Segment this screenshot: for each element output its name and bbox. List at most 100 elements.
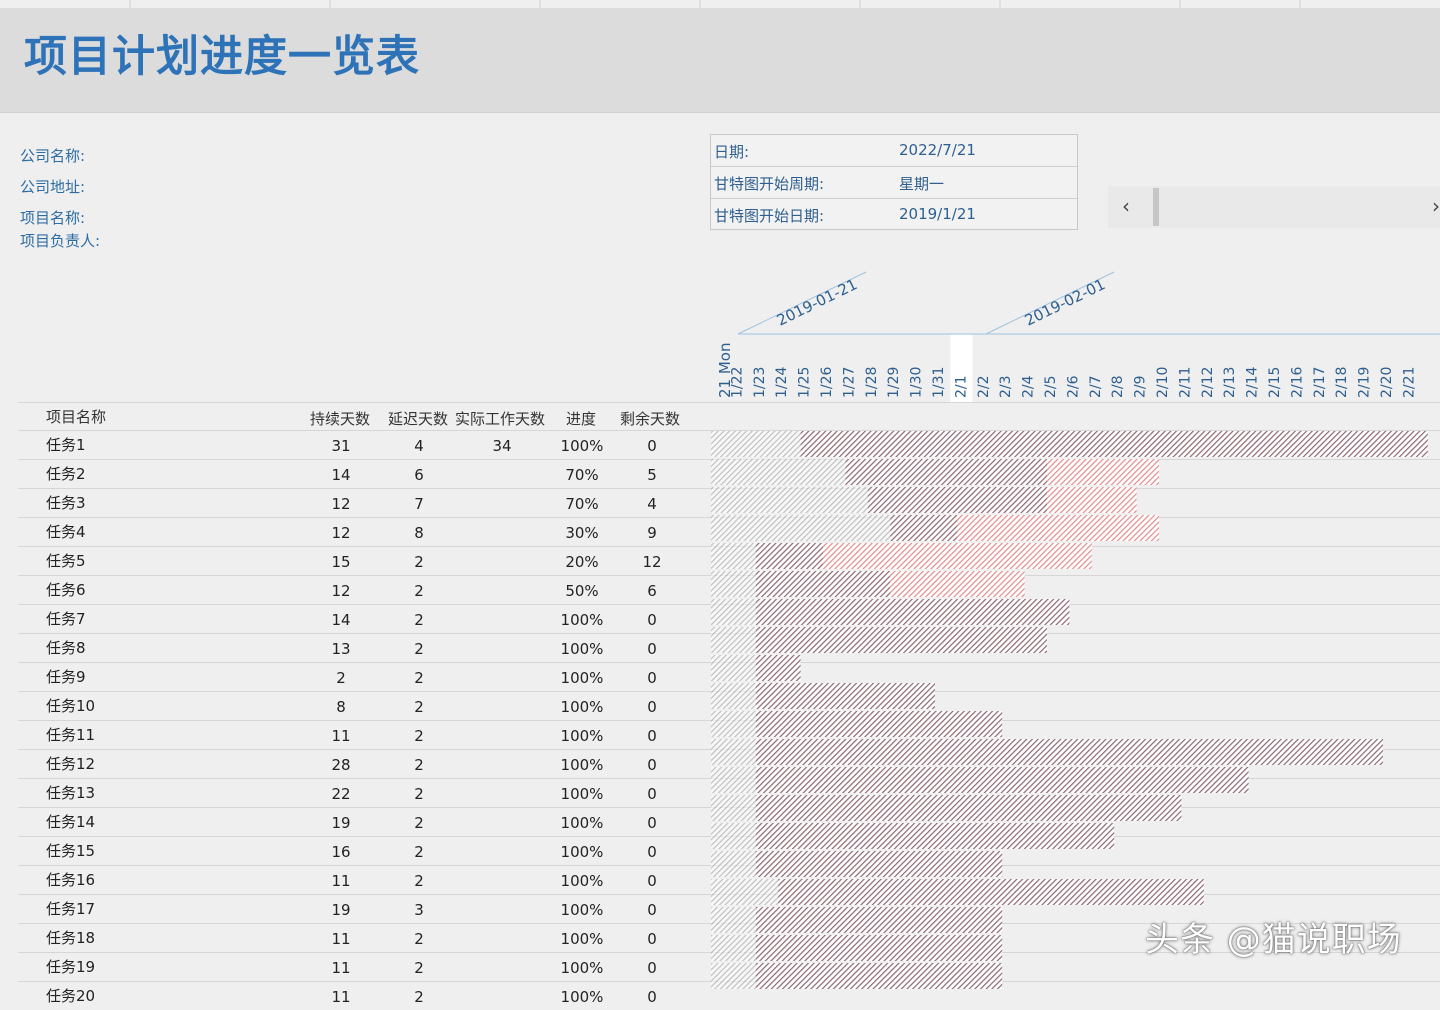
task-name: 任务18 <box>46 929 96 947</box>
task-delay: 2 <box>414 872 424 890</box>
day-label: 2/10 <box>1155 367 1171 398</box>
gantt-scrollbar[interactable]: ‹ › <box>1108 186 1440 228</box>
table-row[interactable]: 任务4 12 8 30% 9 <box>18 517 1440 546</box>
header-duration: 持续天数 <box>310 410 371 428</box>
task-name: 任务7 <box>46 610 86 628</box>
watermark: 头条 @猫说职场 <box>1145 920 1402 960</box>
task-remaining: 0 <box>647 698 657 716</box>
day-label: 2/6 <box>1065 375 1081 398</box>
task-duration: 2 <box>336 669 346 687</box>
table-row[interactable]: 任务15 16 2 100% 0 <box>18 836 1440 865</box>
task-remaining: 0 <box>647 901 657 919</box>
table-row[interactable]: 任务10 8 2 100% 0 <box>18 691 1440 720</box>
task-remaining: 5 <box>647 466 657 484</box>
page-title: 项目计划进度一览表 <box>24 32 420 82</box>
info-row-date: 日期: 2022/7/21 <box>711 135 1077 167</box>
table-row[interactable]: 任务7 14 2 100% 0 <box>18 604 1440 633</box>
week-divider <box>737 271 867 335</box>
header-actual: 实际工作天数 <box>455 410 546 428</box>
table-row[interactable]: 任务3 12 7 70% 4 <box>18 488 1440 517</box>
date-value[interactable]: 2022/7/21 <box>899 141 976 159</box>
task-remaining: 9 <box>647 524 657 542</box>
gantt-week-value[interactable]: 星期一 <box>899 173 944 194</box>
table-row[interactable]: 任务11 11 2 100% 0 <box>18 720 1440 749</box>
task-duration: 14 <box>331 466 351 484</box>
task-name: 任务1 <box>46 436 86 454</box>
week-label: 2019-01-21 <box>774 275 860 329</box>
table-row[interactable]: 任务13 22 2 100% 0 <box>18 778 1440 807</box>
task-delay: 2 <box>414 611 424 629</box>
day-label: 2/8 <box>1110 375 1126 398</box>
task-name: 任务3 <box>46 494 86 512</box>
task-duration: 15 <box>331 553 351 571</box>
table-row[interactable]: 任务1 31 4 34 100% 0 <box>18 430 1440 459</box>
task-progress: 100% <box>560 437 604 455</box>
task-duration: 19 <box>331 814 351 832</box>
task-remaining: 0 <box>647 959 657 977</box>
task-progress: 20% <box>565 553 599 571</box>
task-progress: 100% <box>560 901 604 919</box>
task-delay: 2 <box>414 959 424 977</box>
table-row[interactable]: 任务8 13 2 100% 0 <box>18 633 1440 662</box>
task-remaining: 12 <box>642 553 662 571</box>
day-label: 1/23 <box>752 367 768 398</box>
task-remaining: 0 <box>647 930 657 948</box>
task-progress: 100% <box>560 611 604 629</box>
task-delay: 2 <box>414 930 424 948</box>
task-duration: 22 <box>331 785 351 803</box>
table-row[interactable]: 任务6 12 2 50% 6 <box>18 575 1440 604</box>
task-remaining: 0 <box>647 640 657 658</box>
table-row[interactable]: 任务5 15 2 20% 12 <box>18 546 1440 575</box>
gantt-start-label: 甘特图开始日期: <box>714 207 825 225</box>
task-remaining: 0 <box>647 843 657 861</box>
table-row[interactable]: 任务16 11 2 100% 0 <box>18 865 1440 894</box>
table-row[interactable]: 任务2 14 6 70% 5 <box>18 459 1440 488</box>
task-progress: 70% <box>565 466 599 484</box>
task-delay: 8 <box>414 524 424 542</box>
table-row[interactable]: 任务9 2 2 100% 0 <box>18 662 1440 691</box>
header-delay: 延迟天数 <box>388 410 449 428</box>
task-name: 任务14 <box>46 813 96 831</box>
task-name: 任务16 <box>46 871 96 889</box>
day-label: 2/11 <box>1177 367 1193 398</box>
day-label: 1/30 <box>909 367 925 398</box>
task-progress: 100% <box>560 872 604 890</box>
scroll-thumb[interactable] <box>1153 188 1159 226</box>
task-duration: 12 <box>331 524 351 542</box>
day-label: 2/2 <box>976 375 992 398</box>
task-delay: 2 <box>414 814 424 832</box>
task-duration: 11 <box>331 727 351 745</box>
task-delay: 2 <box>414 669 424 687</box>
table-row[interactable]: 任务12 28 2 100% 0 <box>18 749 1440 778</box>
info-box: 日期: 2022/7/21 甘特图开始周期: 星期一 甘特图开始日期: 2019… <box>710 134 1078 230</box>
task-duration: 11 <box>331 872 351 890</box>
gantt-start-value[interactable]: 2019/1/21 <box>899 205 976 223</box>
first-day-label: 21 Mon <box>716 343 734 398</box>
table-row[interactable]: 任务20 11 2 100% 0 <box>18 981 1440 1010</box>
task-name: 任务9 <box>46 668 86 686</box>
day-label: 1/24 <box>774 366 790 398</box>
task-name: 任务17 <box>46 900 96 918</box>
scroll-left-button[interactable]: ‹ <box>1122 194 1130 218</box>
task-delay: 6 <box>414 466 424 484</box>
day-label: 2/5 <box>1043 375 1059 398</box>
day-label: 2/9 <box>1133 375 1149 398</box>
week-label: 2019-02-01 <box>1022 275 1108 329</box>
task-name: 任务10 <box>46 697 96 715</box>
task-delay: 4 <box>414 437 424 455</box>
day-label: 1/26 <box>819 366 835 398</box>
day-label: 2/15 <box>1267 367 1283 398</box>
day-label: 2/1 <box>953 375 969 398</box>
task-name: 任务4 <box>46 523 86 541</box>
scroll-right-button[interactable]: › <box>1432 194 1440 218</box>
task-duration: 11 <box>331 959 351 977</box>
task-name: 任务2 <box>46 465 86 483</box>
task-name: 任务19 <box>46 958 96 976</box>
task-duration: 28 <box>331 756 351 774</box>
task-name: 任务12 <box>46 755 96 773</box>
table-row[interactable]: 任务14 19 2 100% 0 <box>18 807 1440 836</box>
day-label: 1/25 <box>797 367 813 398</box>
task-delay: 2 <box>414 582 424 600</box>
task-duration: 12 <box>331 582 351 600</box>
task-delay: 2 <box>414 698 424 716</box>
